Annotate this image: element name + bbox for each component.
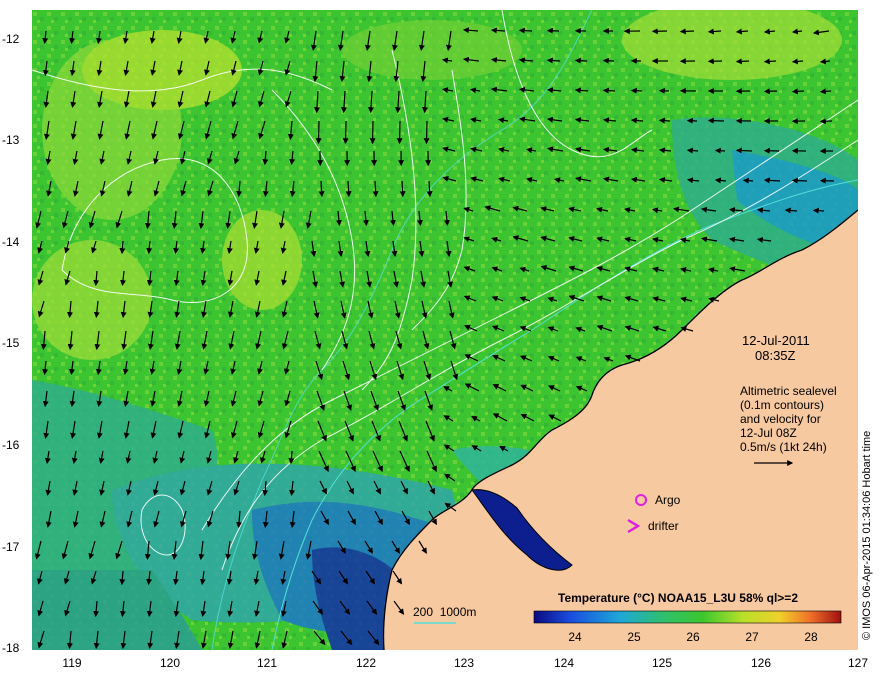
velocity-arrow [791, 177, 808, 184]
lon-tick-label: 121 [256, 656, 278, 670]
description-line: and velocity for [740, 412, 821, 426]
description-line: (0.1m contours) [740, 398, 825, 412]
colorbar-tick: 27 [745, 630, 759, 644]
lon-tick-label: 124 [553, 656, 575, 670]
lon-tick-label: 119 [62, 656, 82, 670]
velocity-arrow [679, 28, 695, 35]
lon-tick-label: 125 [651, 656, 673, 670]
lon-tick-label: 120 [159, 656, 181, 670]
velocity-arrow [315, 120, 322, 145]
description-line: 0.5m/s (1kt 24h) [740, 440, 827, 454]
velocity-arrow [819, 88, 832, 95]
lon-tick-label: 123 [453, 656, 475, 670]
velocity-arrow [812, 207, 825, 214]
altimetry-description: Altimetric sealevel (0.1m contours) and … [740, 384, 837, 454]
depth-legend-label: 200 1000m [413, 605, 477, 619]
velocity-arrow [791, 58, 804, 65]
description-line: 12-Jul 08Z [740, 426, 797, 440]
velocity-arrow [686, 147, 699, 154]
colorbar-tick: 24 [568, 630, 582, 644]
colorbar-tick: 28 [804, 630, 818, 644]
velocity-arrow [735, 147, 753, 154]
velocity-arrow [707, 117, 725, 124]
argo-label: Argo [655, 493, 681, 507]
velocity-arrow [791, 88, 805, 95]
colorbar-tick: 25 [627, 630, 641, 644]
map-date: 12-Jul-2011 [742, 333, 810, 348]
lat-tick-label: -14 [2, 235, 20, 249]
colorbar-tick: 26 [686, 630, 700, 644]
velocity-arrow [518, 27, 533, 34]
velocity-arrow [369, 120, 376, 145]
velocity-arrow [658, 117, 671, 124]
drifter-label: drifter [648, 519, 679, 533]
map-time: 08:35Z [755, 348, 796, 363]
velocity-arrow [714, 147, 726, 154]
lat-tick-label: -15 [2, 336, 20, 350]
map-panel[interactable] [32, 10, 858, 650]
lat-tick-label: -17 [2, 540, 20, 554]
lat-tick-label: -16 [2, 438, 20, 452]
map-canvas [32, 10, 858, 650]
velocity-arrow [630, 87, 643, 94]
velocity-arrow [735, 58, 750, 65]
velocity-arrow [423, 120, 430, 145]
velocity-arrow [602, 87, 616, 94]
velocity-arrow [707, 28, 722, 35]
lat-tick-label: -12 [2, 32, 20, 46]
colorbar-title: Temperature (°C) NOAA15_L3U 58% ql>=2 [558, 591, 798, 605]
lat-tick-label: -13 [2, 133, 20, 147]
colorbar [533, 610, 842, 624]
description-line: Altimetric sealevel [740, 384, 837, 398]
lon-tick-label: 126 [750, 656, 772, 670]
velocity-arrow [546, 57, 561, 64]
credit-text: © IMOS 06-Apr-2015 01:34:06 Hobart time [861, 430, 873, 640]
velocity-arrow [742, 177, 754, 184]
lon-tick-label: 127 [847, 656, 869, 670]
velocity-arrow [574, 57, 588, 64]
velocity-arrow [342, 120, 349, 145]
lon-tick-label: 122 [355, 656, 377, 670]
velocity-arrow [396, 120, 403, 145]
lat-tick-label: -18 [2, 641, 20, 655]
velocity-arrow [763, 58, 777, 65]
